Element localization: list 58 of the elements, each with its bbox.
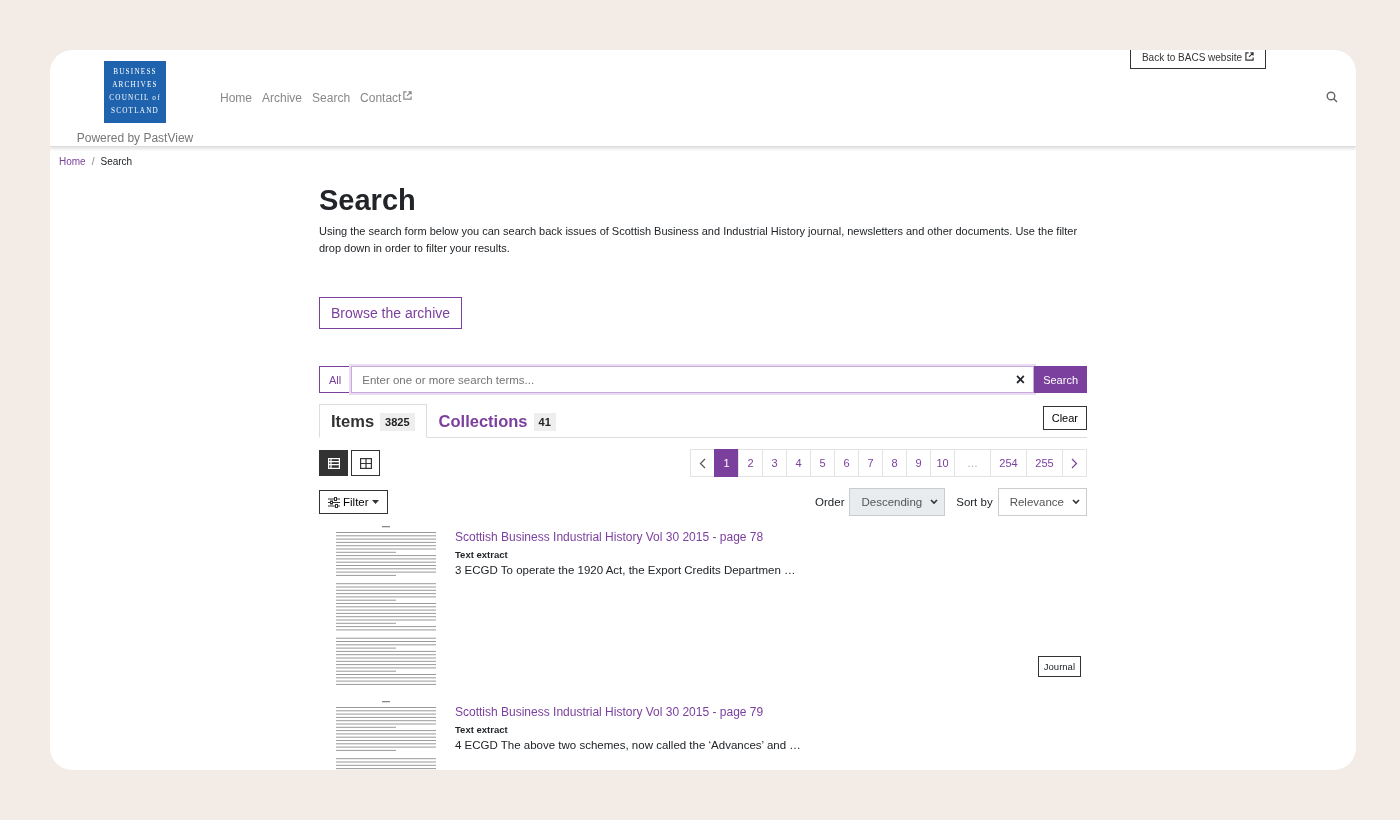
filter-button[interactable]: Filter xyxy=(319,490,388,514)
breadcrumb-current: Search xyxy=(100,156,133,167)
previous-page-button[interactable] xyxy=(690,449,715,477)
page-button[interactable]: 254 xyxy=(990,449,1027,477)
chevron-right-icon xyxy=(1071,457,1078,469)
dropdown-chevron-icon xyxy=(930,499,939,505)
page-button[interactable]: 4 xyxy=(786,449,811,477)
extract-text: 3 ECGD To operate the 1920 Act, the Export Credits Departmen … xyxy=(455,564,797,576)
nav-link[interactable]: Home xyxy=(220,91,252,105)
view-toggle-button[interactable] xyxy=(351,450,380,476)
page-button[interactable]: 3 xyxy=(762,449,787,477)
browse-archive-button[interactable]: Browse the archive xyxy=(319,297,463,329)
intro-text: Using the search form below you can search back issues of Scottish Business and Industrial History journal, newsletters and other documents. Use the filter drop down in order to filter your results. xyxy=(319,224,1079,256)
grid-view-icon xyxy=(359,457,372,469)
view-toggle-button[interactable] xyxy=(319,450,348,476)
scope-dropdown[interactable]: All xyxy=(319,366,352,393)
page-title: Search xyxy=(319,184,417,217)
nav-link[interactable]: Search xyxy=(312,91,351,105)
extract-text: 4 ECGD The above two schemes, now called the ‘Advances’ and … xyxy=(455,739,802,751)
order-label: Order xyxy=(815,496,845,508)
pagination-ellipsis: … xyxy=(954,449,991,477)
sort-select[interactable]: Relevance xyxy=(997,488,1087,516)
powered-by-text: Powered by PastView xyxy=(76,131,194,145)
search-button[interactable]: Search xyxy=(1034,366,1087,393)
page-button[interactable]: 8 xyxy=(882,449,907,477)
clear-button[interactable]: Clear xyxy=(1042,406,1087,430)
chevron-left-icon xyxy=(699,457,706,469)
result-title-link[interactable]: Scottish Business Industrial History Vol 30 2015 - page 79 xyxy=(455,705,1087,719)
sort-label: Sort by xyxy=(956,496,993,508)
nav-link[interactable]: Archive xyxy=(262,91,303,105)
sliders-icon xyxy=(328,496,340,508)
dropdown-chevron-icon xyxy=(1072,499,1080,505)
caret-icon xyxy=(371,500,379,504)
page-button[interactable]: 9 xyxy=(906,449,931,477)
search-field[interactable]: Enter one or more search terms... × xyxy=(351,366,1035,393)
results-tab[interactable]: Items 3825 xyxy=(319,404,427,438)
breadcrumb-separator: / xyxy=(91,156,95,167)
page-button[interactable]: 6 xyxy=(834,449,859,477)
result-title-link[interactable]: Scottish Business Industrial History Vol 30 2015 - page 78 xyxy=(455,530,1087,544)
back-to-website-link[interactable]: Back to BACS website xyxy=(1129,50,1266,69)
page-button[interactable]: 7 xyxy=(858,449,883,477)
type-tag: Journal xyxy=(1037,656,1081,677)
breadcrumb-link[interactable]: Home xyxy=(59,156,86,167)
page-button[interactable]: 10 xyxy=(930,449,955,477)
count-badge: 3825 xyxy=(380,412,415,431)
nav-link[interactable]: Contact xyxy=(360,91,413,105)
list-view-icon xyxy=(327,457,340,469)
extract-label: Text extract xyxy=(455,549,509,560)
order-select[interactable]: Descending xyxy=(849,488,946,516)
count-badge: 41 xyxy=(533,412,556,431)
clear-search-button[interactable]: × xyxy=(1015,370,1026,389)
page-button[interactable]: 2 xyxy=(738,449,763,477)
page-button[interactable]: 5 xyxy=(810,449,835,477)
page-button[interactable]: 255 xyxy=(1026,449,1063,477)
search-icon[interactable] xyxy=(1326,91,1338,103)
results-tab[interactable]: Collections 41 xyxy=(426,404,568,438)
extract-label: Text extract xyxy=(455,724,509,735)
page-button[interactable]: 1 xyxy=(714,449,739,477)
